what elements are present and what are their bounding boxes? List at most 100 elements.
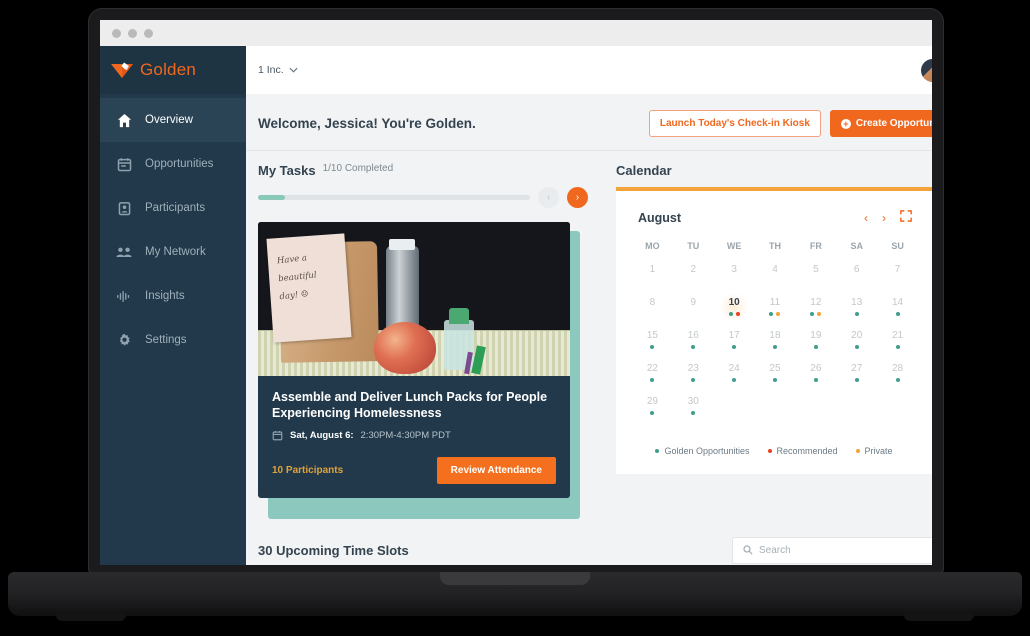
- calendar-day[interactable]: 1: [632, 263, 673, 296]
- event-dot-golden: [691, 411, 696, 415]
- calendar-day[interactable]: 29: [632, 395, 673, 428]
- calendar-day[interactable]: 13: [836, 296, 877, 329]
- gear-icon: [116, 332, 132, 348]
- org-name: 1 Inc.: [258, 64, 284, 76]
- sidebar-nav: Overview Opportunities Participants My N…: [100, 94, 246, 362]
- laptop-notch: [440, 572, 590, 585]
- calendar-day[interactable]: 17: [714, 329, 755, 362]
- calendar-day[interactable]: 22: [632, 362, 673, 395]
- event-dot-golden: [650, 378, 655, 382]
- tasks-prev-button[interactable]: ‹: [538, 187, 559, 208]
- calendar-day-number: 1: [649, 264, 656, 275]
- window-minimize-dot[interactable]: [128, 28, 137, 38]
- window-maximize-dot[interactable]: [144, 28, 153, 38]
- calendar-day[interactable]: 30: [673, 395, 714, 428]
- calendar-day[interactable]: 23: [673, 362, 714, 395]
- tasks-progress-row: ‹ ›: [258, 187, 598, 208]
- legend-dot: [767, 449, 772, 453]
- brand-name: Golden: [140, 60, 197, 79]
- event-dot-private: [817, 312, 822, 316]
- calendar-day[interactable]: 5: [795, 263, 836, 296]
- calendar-day[interactable]: 2: [673, 263, 714, 296]
- calendar-day-dots: [650, 345, 655, 349]
- calendar-day-number: 23: [687, 363, 699, 374]
- task-time: 2:30PM-4:30PM PDT: [360, 430, 451, 441]
- task-card-footer: 10 Participants Review Attendance: [272, 457, 556, 484]
- calendar-day[interactable]: 6: [836, 263, 877, 296]
- calendar-legend: Golden Opportunities Recommended Private: [616, 428, 932, 474]
- search-input[interactable]: Search: [732, 536, 932, 564]
- calendar-day[interactable]: 24: [714, 362, 755, 395]
- calendar-day[interactable]: 26: [795, 362, 836, 395]
- upcoming-slots-bar: 30 Upcoming Time Slots Search: [246, 521, 932, 565]
- upcoming-slots-title: 30 Upcoming Time Slots: [258, 542, 409, 558]
- calendar-day[interactable]: 16: [673, 329, 714, 362]
- tasks-title: My Tasks: [258, 163, 316, 178]
- event-dot-golden: [810, 312, 815, 316]
- sidebar-item-my-network[interactable]: My Network: [100, 230, 246, 274]
- laptop-foot-right: [904, 613, 974, 621]
- calendar-day[interactable]: 28: [877, 362, 918, 395]
- calendar-day[interactable]: 7: [877, 263, 918, 296]
- calendar-day[interactable]: 19: [795, 329, 836, 362]
- calendar-day[interactable]: 3: [714, 263, 755, 296]
- calendar-day-dots: [854, 345, 859, 349]
- calendar-day[interactable]: 25: [755, 362, 796, 395]
- launch-kiosk-button[interactable]: Launch Today's Check-in Kiosk: [648, 110, 821, 137]
- welcome-row: Welcome, Jessica! You're Golden. Launch …: [246, 94, 932, 151]
- tasks-next-button[interactable]: ›: [567, 187, 588, 208]
- people-icon: [116, 244, 132, 260]
- event-dot-golden: [854, 312, 859, 316]
- avatar[interactable]: [921, 58, 932, 82]
- sidebar-item-settings[interactable]: Settings: [100, 318, 246, 362]
- event-dot-golden: [728, 312, 733, 316]
- brand-logo[interactable]: Golden: [100, 46, 246, 94]
- photo-note: Have a beautiful day! ☺: [266, 233, 352, 343]
- calendar-day-number: 9: [690, 297, 697, 308]
- calendar-day[interactable]: 20: [836, 329, 877, 362]
- event-dot-golden: [813, 345, 818, 349]
- create-opportunity-button[interactable]: + Create Opportunity: [829, 110, 932, 137]
- calendar-day[interactable]: 18: [755, 329, 796, 362]
- sidebar-item-insights[interactable]: Insights: [100, 274, 246, 318]
- tasks-column: My Tasks 1/10 Completed ‹ › Have a beaut…: [258, 151, 598, 521]
- calendar-day[interactable]: 10: [714, 293, 755, 329]
- calendar-day[interactable]: 14: [877, 296, 918, 329]
- calendar-day[interactable]: 4: [755, 263, 796, 296]
- tasks-header: My Tasks 1/10 Completed: [258, 151, 598, 187]
- calendar-day-dots: [769, 312, 781, 316]
- calendar-day[interactable]: 11: [755, 296, 796, 329]
- sidebar-item-label: Insights: [145, 290, 185, 302]
- main-content: 1 Inc. Welcome, Jessica! You're Golden. …: [246, 46, 932, 565]
- calendar-next-button[interactable]: ›: [882, 211, 886, 225]
- calendar-day[interactable]: 9: [673, 296, 714, 329]
- sidebar-item-participants[interactable]: Participants: [100, 186, 246, 230]
- event-dot-golden: [691, 345, 696, 349]
- calendar-day-number: 6: [853, 264, 860, 275]
- calendar-day[interactable]: 8: [632, 296, 673, 329]
- task-card[interactable]: Have a beautiful day! ☺ Assemble and Del…: [258, 222, 570, 498]
- event-dot-recommended: [735, 312, 740, 316]
- legend-item: Golden Opportunities: [655, 446, 750, 456]
- window-close-dot[interactable]: [112, 28, 121, 38]
- expand-icon[interactable]: [900, 209, 912, 227]
- calendar-toolbar: August ‹ ›: [616, 191, 932, 227]
- calendar-day[interactable]: 15: [632, 329, 673, 362]
- chevron-down-icon: [289, 67, 298, 73]
- calendar-day-number: 26: [810, 363, 822, 374]
- event-dot-golden: [650, 411, 655, 415]
- calendar-day[interactable]: 12: [795, 296, 836, 329]
- calendar-prev-button[interactable]: ‹: [864, 211, 868, 225]
- review-attendance-button[interactable]: Review Attendance: [436, 457, 556, 484]
- create-opportunity-label: Create Opportunity: [855, 118, 932, 129]
- sidebar-item-label: My Network: [145, 246, 206, 258]
- sidebar-item-overview[interactable]: Overview: [100, 98, 246, 142]
- calendar-day[interactable]: 27: [836, 362, 877, 395]
- calendar-day-number: 12: [810, 297, 822, 308]
- calendar-day-number: 8: [649, 297, 656, 308]
- home-icon: [116, 112, 132, 128]
- event-dot-golden: [691, 378, 696, 382]
- sidebar-item-opportunities[interactable]: Opportunities: [100, 142, 246, 186]
- calendar-day[interactable]: 21: [877, 329, 918, 362]
- org-switcher[interactable]: 1 Inc.: [258, 64, 298, 76]
